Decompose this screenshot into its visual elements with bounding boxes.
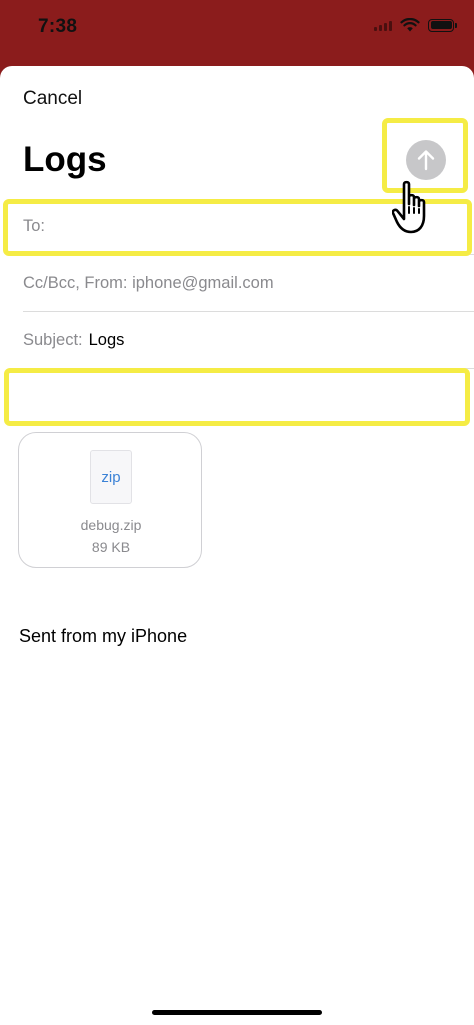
send-button[interactable] bbox=[406, 140, 446, 180]
cc-bcc-from-field[interactable]: Cc/Bcc, From: iphone@gmail.com bbox=[23, 256, 474, 312]
message-body-field[interactable] bbox=[5, 372, 467, 428]
cellular-signal-icon bbox=[374, 19, 392, 31]
battery-icon bbox=[428, 18, 457, 32]
cancel-button[interactable]: Cancel bbox=[23, 88, 82, 110]
to-label: To: bbox=[23, 217, 46, 235]
cc-bcc-from-label: Cc/Bcc, From: iphone@gmail.com bbox=[23, 274, 274, 292]
attachment-file-name: debug.zip bbox=[80, 517, 142, 533]
attachment-file-size: 89 KB bbox=[91, 539, 131, 555]
compose-title: Logs bbox=[23, 140, 107, 179]
zip-file-icon: zip bbox=[90, 450, 132, 504]
arrow-up-icon bbox=[417, 150, 435, 171]
zip-icon-label: zip bbox=[101, 468, 121, 486]
status-bar: 7:38 bbox=[0, 0, 474, 66]
email-signature: Sent from my iPhone bbox=[19, 626, 188, 646]
hand-pointer-icon bbox=[392, 180, 426, 234]
attachment-card[interactable]: zip debug.zip 89 KB bbox=[18, 432, 202, 568]
subject-label: Subject: bbox=[23, 331, 83, 349]
subject-field[interactable]: Subject: Logs bbox=[23, 313, 474, 369]
status-time: 7:38 bbox=[38, 16, 78, 37]
wifi-icon bbox=[400, 18, 420, 32]
subject-value[interactable]: Logs bbox=[89, 331, 125, 350]
status-icons bbox=[374, 18, 457, 32]
home-indicator[interactable] bbox=[152, 1010, 322, 1015]
